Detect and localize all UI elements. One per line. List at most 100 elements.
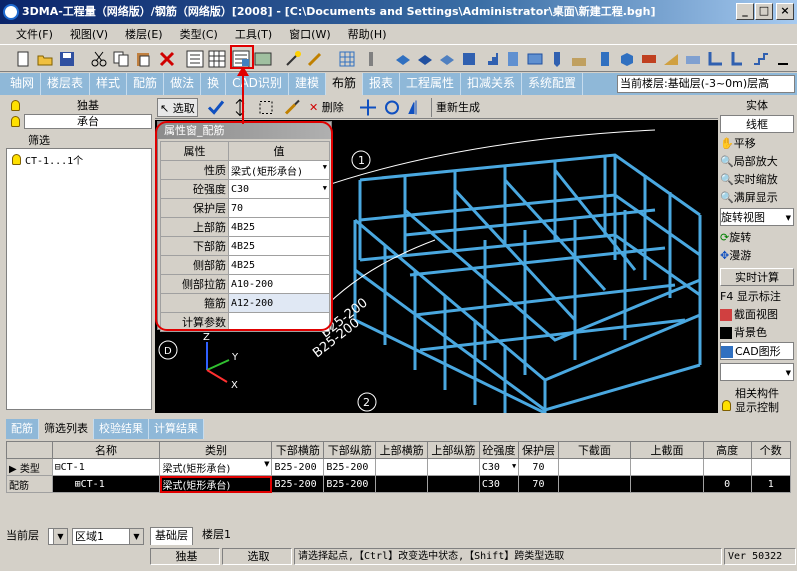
cell-category[interactable]: 梁式(矩形承台) ▼: [159, 458, 273, 476]
move-icon[interactable]: [359, 98, 377, 117]
new-file-icon[interactable]: [14, 50, 32, 68]
delete-button[interactable]: ✕ 删除: [309, 98, 344, 117]
cell-value[interactable]: B25-200: [271, 458, 325, 476]
tab-rebar[interactable]: 配筋: [6, 419, 39, 439]
brick-icon[interactable]: [640, 50, 658, 68]
show-annotation-toggle[interactable]: F4 显示标注: [720, 288, 794, 306]
column-header[interactable]: 砼强度: [478, 441, 520, 459]
cell-value[interactable]: 1: [750, 475, 792, 493]
column-icon[interactable]: [362, 50, 380, 68]
cell-value[interactable]: [375, 458, 428, 476]
image-icon[interactable]: [254, 50, 272, 68]
column-header[interactable]: 下部纵筋: [323, 441, 377, 459]
menu-floor[interactable]: 楼层(E): [125, 26, 163, 42]
dropdown-arrow-icon[interactable]: ▼: [512, 462, 516, 470]
cell-value[interactable]: B25-200: [323, 458, 377, 476]
component-subtype-field[interactable]: 承台: [24, 113, 152, 129]
section-view-button[interactable]: 截面视图: [720, 306, 794, 324]
cell-value[interactable]: [702, 458, 752, 476]
cell-name[interactable]: ⊟CT-1: [51, 458, 161, 476]
window-icon[interactable]: [526, 50, 544, 68]
maximize-button[interactable]: □: [755, 3, 773, 20]
cell-value[interactable]: 70: [518, 475, 559, 493]
regenerate-button[interactable]: 重新生成: [431, 98, 480, 117]
tab-filter-list[interactable]: 筛选列表: [39, 419, 94, 439]
layer-dropdown[interactable]: ▼: [720, 363, 794, 381]
tab-calc-result[interactable]: 计算结果: [149, 419, 204, 439]
wall-icon[interactable]: [460, 50, 478, 68]
bulb-icon[interactable]: [11, 99, 20, 111]
bulb-icon[interactable]: [11, 115, 20, 127]
save-icon[interactable]: [58, 50, 76, 68]
minimize-button[interactable]: _: [736, 3, 754, 20]
cell-value[interactable]: [630, 475, 704, 493]
roam-button[interactable]: ✥漫游: [720, 247, 794, 265]
more-icon[interactable]: [774, 50, 792, 68]
rotate-icon[interactable]: [383, 98, 401, 117]
tab-floor-table[interactable]: 楼层表: [41, 73, 91, 95]
cell-value[interactable]: C30: [478, 475, 520, 493]
tab-rebar-config[interactable]: 配筋: [127, 73, 165, 95]
cell-value[interactable]: [630, 458, 704, 476]
column-header[interactable]: 保护层: [518, 441, 559, 459]
menu-view[interactable]: 视图(V): [70, 26, 108, 42]
column-header[interactable]: 上截面: [630, 441, 704, 459]
cell-name[interactable]: ⊞CT-1: [51, 475, 161, 493]
table-row[interactable]: 配筋 ⊞CT-1 梁式(矩形承台) B25-200 B25-200 C30 70…: [6, 475, 792, 493]
background-color-button[interactable]: 背景色: [720, 324, 794, 342]
tab-rebar-layout[interactable]: 布筋: [325, 73, 363, 95]
corner-icon[interactable]: [706, 50, 724, 68]
table-row[interactable]: ▶ 类型 ⊟CT-1 梁式(矩形承台) ▼ B25-200 B25-200 C30…: [6, 458, 792, 476]
beam-icon[interactable]: [394, 50, 412, 68]
cell-value[interactable]: B25-200: [323, 475, 377, 493]
tab-check-result[interactable]: 校验结果: [94, 419, 149, 439]
tab-report[interactable]: 报表: [363, 73, 400, 95]
cell-value[interactable]: [750, 458, 792, 476]
cell-value[interactable]: 0: [702, 475, 752, 493]
delete-icon[interactable]: [158, 50, 176, 68]
ground-icon[interactable]: [570, 50, 588, 68]
menu-tools[interactable]: 工具(T): [235, 26, 272, 42]
tab-modeling[interactable]: 建模: [289, 73, 326, 95]
column-header[interactable]: 类别: [159, 441, 273, 459]
stair-icon[interactable]: [482, 50, 500, 68]
menu-file[interactable]: 文件(F): [16, 26, 53, 42]
tab-system-config[interactable]: 系统配置: [522, 73, 584, 95]
realtime-calc-button[interactable]: 实时计算: [720, 268, 794, 286]
column-header[interactable]: 下部横筋: [271, 441, 325, 459]
pile-icon[interactable]: [548, 50, 566, 68]
pan-button[interactable]: ✋平移: [720, 135, 794, 153]
fit-screen-button[interactable]: 🔍满屏显示: [720, 189, 794, 207]
step-icon[interactable]: [752, 50, 770, 68]
filter-list-icon[interactable]: [186, 50, 204, 68]
wand-icon[interactable]: [284, 50, 302, 68]
tab-style[interactable]: 样式: [90, 73, 128, 95]
column-header[interactable]: 上部纵筋: [427, 441, 480, 459]
menu-help[interactable]: 帮助(H): [348, 26, 387, 42]
cell-value[interactable]: [375, 475, 428, 493]
l-shape-icon[interactable]: [728, 50, 746, 68]
floor-tab-foundation[interactable]: 基础层: [150, 527, 193, 545]
wireframe-button[interactable]: 线框: [720, 115, 794, 133]
bulb-icon[interactable]: [12, 153, 21, 165]
mirror-icon[interactable]: [407, 98, 425, 117]
close-button[interactable]: ×: [776, 3, 794, 20]
slab-icon[interactable]: [416, 50, 434, 68]
door-icon[interactable]: [504, 50, 522, 68]
column-header[interactable]: 个数: [750, 441, 792, 459]
list-item[interactable]: CT-1...1个: [7, 151, 151, 167]
cube-icon[interactable]: [618, 50, 636, 68]
floor-tab-floor1[interactable]: 楼层1: [198, 527, 235, 545]
cell-value[interactable]: [427, 475, 480, 493]
cad-graphics-toggle[interactable]: CAD图形: [720, 342, 794, 360]
open-folder-icon[interactable]: [36, 50, 54, 68]
check-icon[interactable]: [207, 98, 225, 117]
tab-axis[interactable]: 轴网: [4, 73, 42, 95]
cell-value[interactable]: [427, 458, 480, 476]
cell-value[interactable]: [557, 458, 632, 476]
floor-dropdown[interactable]: ▼: [48, 528, 68, 545]
tab-deduction[interactable]: 扣减关系: [461, 73, 523, 95]
cell-value[interactable]: [557, 475, 632, 493]
cell-value[interactable]: B25-200: [271, 475, 325, 493]
cell-value[interactable]: 70: [518, 458, 559, 476]
